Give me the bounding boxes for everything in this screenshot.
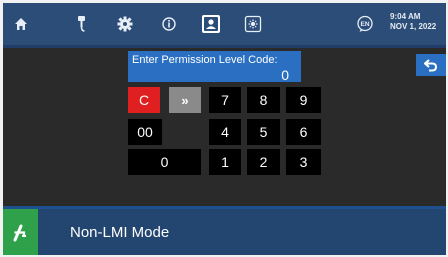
mode-label: Non-LMI Mode: [70, 224, 170, 241]
key-4[interactable]: 4: [209, 119, 241, 145]
clock: 9:04 AM NOV 1, 2022: [390, 12, 446, 32]
display-icon: [244, 15, 262, 33]
top-bar-divider: [3, 45, 446, 48]
language-button[interactable]: EN: [349, 3, 381, 45]
crane-mode-icon: [13, 224, 26, 242]
permission-code-prompt: Enter Permission Level Code:: [132, 54, 278, 66]
user-badge-icon: [202, 15, 220, 33]
back-button[interactable]: [416, 54, 446, 76]
top-bar: EN 9:04 AM NOV 1, 2022: [3, 3, 446, 45]
clock-time: 9:04 AM: [390, 12, 421, 21]
key-2[interactable]: 2: [247, 149, 280, 175]
key-9[interactable]: 9: [286, 87, 321, 113]
language-badge: EN: [360, 21, 369, 28]
display-button[interactable]: [235, 3, 271, 45]
gear-icon: [117, 16, 133, 32]
clock-date: NOV 1, 2022: [390, 22, 437, 31]
boom-icon: [78, 16, 85, 32]
boom-button[interactable]: [64, 3, 100, 45]
key-7[interactable]: 7: [209, 87, 241, 113]
back-arrow-icon: [424, 59, 438, 72]
info-icon: [162, 17, 176, 31]
user-badge-button[interactable]: [193, 3, 229, 45]
settings-button[interactable]: [107, 3, 143, 45]
clear-key[interactable]: C: [128, 87, 160, 113]
double-zero-key[interactable]: 00: [128, 119, 162, 145]
permission-code-value: 0: [281, 67, 289, 83]
language-icon: EN: [357, 15, 373, 32]
permission-code-field[interactable]: Enter Permission Level Code: 0: [128, 51, 301, 83]
advance-key[interactable]: »: [169, 87, 201, 113]
home-button[interactable]: [3, 3, 39, 45]
key-6[interactable]: 6: [286, 119, 321, 145]
key-5[interactable]: 5: [247, 119, 280, 145]
screen: EN 9:04 AM NOV 1, 2022 Enter Permission …: [3, 3, 446, 255]
key-8[interactable]: 8: [247, 87, 280, 113]
info-button[interactable]: [151, 3, 187, 45]
key-0[interactable]: 0: [128, 149, 201, 175]
key-1[interactable]: 1: [209, 149, 241, 175]
footer-bar: Non-LMI Mode: [3, 209, 446, 255]
key-3[interactable]: 3: [286, 149, 321, 175]
home-icon: [15, 18, 27, 30]
mode-toggle-button[interactable]: [3, 209, 38, 255]
